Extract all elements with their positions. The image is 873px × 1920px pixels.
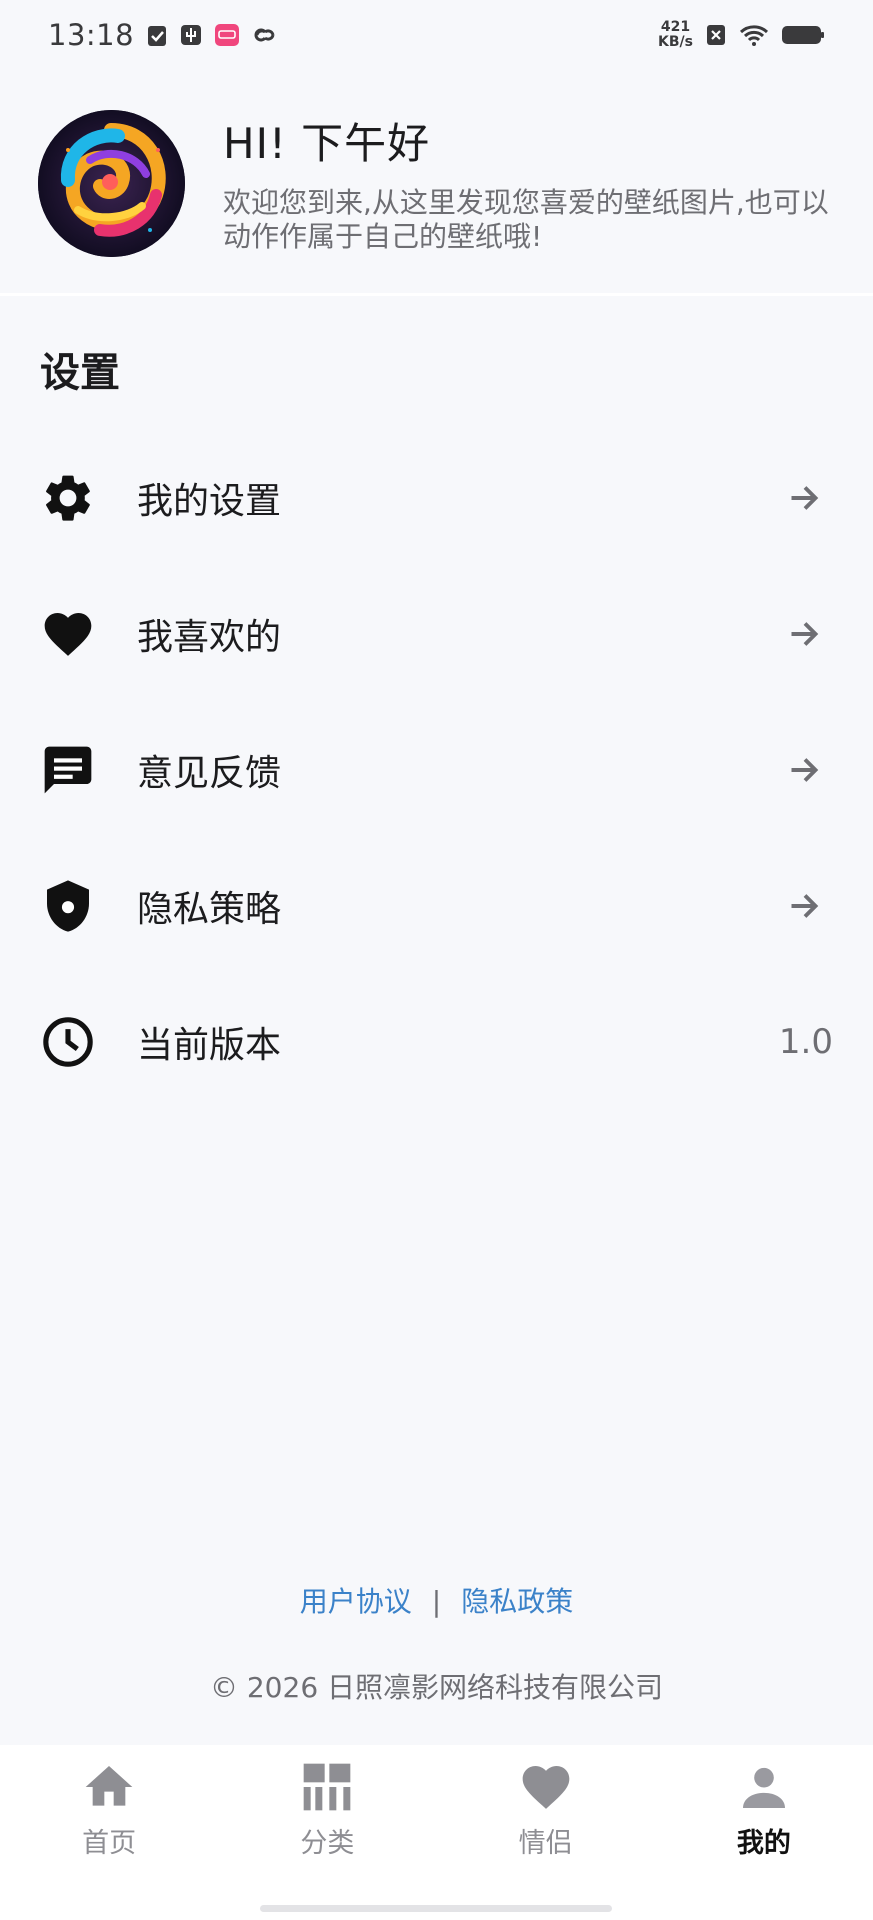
gear-icon xyxy=(46,475,90,521)
battery-icon xyxy=(782,26,824,44)
clock-icon xyxy=(43,1017,93,1067)
wifi-icon xyxy=(739,25,769,46)
link-icon xyxy=(254,28,275,42)
arrow-right-icon xyxy=(791,486,819,510)
home-icon xyxy=(85,1766,133,1806)
network-speed: 421 KB/s xyxy=(658,19,693,50)
shield-icon xyxy=(47,880,89,932)
swirl-avatar-image xyxy=(38,110,185,257)
footer-links: 用户协议 | 隐私政策 xyxy=(0,1580,873,1620)
tab-label-mine: 我的 xyxy=(736,1828,791,1859)
menu-item-favorites[interactable]: 我喜欢的 xyxy=(0,566,873,702)
menu-label-feedback: 意见反馈 xyxy=(137,753,282,794)
app-badge-icon xyxy=(215,24,240,46)
greeting-title: HI! 下午好 xyxy=(223,119,431,168)
heart-icon xyxy=(522,1766,569,1809)
version-value: 1.0 xyxy=(778,1022,833,1062)
tab-label-category: 分类 xyxy=(300,1828,355,1859)
arrow-right-icon xyxy=(791,894,819,918)
tab-home[interactable]: 首页 xyxy=(0,1745,218,1920)
profile-page: 13:18 421 KB/s HI! 下午好 欢迎您到来,从这里发现您喜爱的壁纸… xyxy=(0,0,873,1920)
category-icon xyxy=(304,1763,351,1811)
tab-mine[interactable]: 我的 xyxy=(655,1745,873,1920)
usb-icon xyxy=(181,25,202,45)
sim-off-icon xyxy=(707,25,725,45)
menu-label-favorites: 我喜欢的 xyxy=(137,617,282,658)
menu-label-my-settings: 我的设置 xyxy=(137,481,282,522)
link-separator: | xyxy=(431,1585,442,1618)
tab-category[interactable]: 分类 xyxy=(218,1745,436,1920)
bottom-navigation: 首页 分类 情侣 我的 xyxy=(0,1745,873,1920)
menu-item-feedback[interactable]: 意见反馈 xyxy=(0,702,873,838)
arrow-right-icon xyxy=(791,622,819,646)
person-icon xyxy=(742,1767,785,1808)
menu-item-privacy-policy[interactable]: 隐私策略 xyxy=(0,838,873,974)
copyright-text: © 2026 日照凛影网络科技有限公司 xyxy=(209,1671,664,1704)
home-indicator[interactable] xyxy=(260,1905,612,1912)
status-bar: 13:18 421 KB/s xyxy=(0,0,873,70)
tab-label-home: 首页 xyxy=(82,1828,137,1859)
welcome-text: 欢迎您到来,从这里发现您喜爱的壁纸图片,也可以动作作属于自己的壁纸哦! xyxy=(223,186,829,253)
user-agreement-link[interactable]: 用户协议 xyxy=(300,1585,412,1618)
status-time: 13:18 xyxy=(48,18,135,52)
heart-icon xyxy=(44,613,92,656)
menu-item-my-settings[interactable]: 我的设置 xyxy=(0,430,873,566)
settings-menu: 我的设置 我喜欢的 意见反馈 隐私策略 当前版本 1.0 xyxy=(0,430,873,1110)
settings-title: 设置 xyxy=(40,350,120,396)
check-badge-icon xyxy=(148,26,167,46)
tab-label-couple: 情侣 xyxy=(518,1828,573,1859)
menu-label-privacy-policy: 隐私策略 xyxy=(137,889,282,930)
avatar[interactable] xyxy=(38,110,185,257)
menu-item-version[interactable]: 当前版本 1.0 xyxy=(0,974,873,1110)
profile-header: HI! 下午好 欢迎您到来,从这里发现您喜爱的壁纸图片,也可以动作作属于自己的壁… xyxy=(0,100,873,296)
menu-label-version: 当前版本 xyxy=(137,1025,282,1066)
arrow-right-icon xyxy=(791,758,819,782)
tab-couple[interactable]: 情侣 xyxy=(437,1745,655,1920)
privacy-policy-link[interactable]: 隐私政策 xyxy=(461,1585,573,1618)
feedback-icon xyxy=(44,746,92,794)
